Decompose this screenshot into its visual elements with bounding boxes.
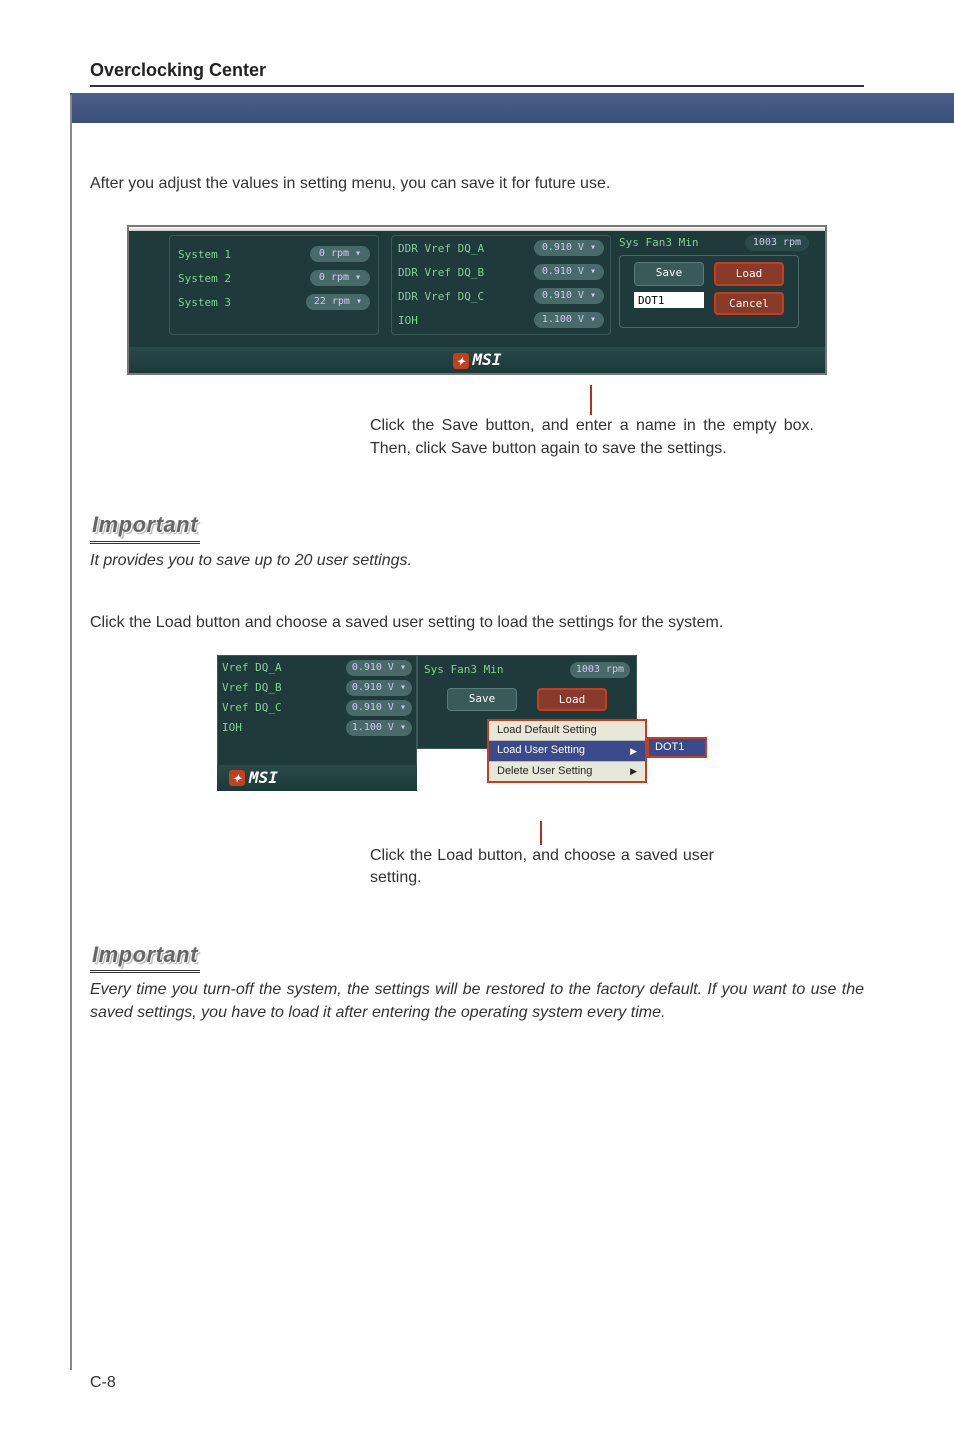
screenshot-save-dialog: System 1 0 rpm ▾ System 2 0 rpm ▾ System 3… bbox=[127, 225, 827, 375]
ddr-vref-c-dropdown[interactable]: 0.910 V ▾ bbox=[534, 288, 604, 304]
page-number: C-8 bbox=[90, 1374, 116, 1392]
ioh-label-2: IOH bbox=[222, 720, 242, 735]
setting-name-input[interactable]: DOT1 bbox=[634, 292, 704, 308]
important-heading-2: Important bbox=[90, 940, 200, 974]
sysfan-value-2: 1003 rpm bbox=[570, 662, 630, 678]
ddr-vref-b-dropdown[interactable]: 0.910 V ▾ bbox=[534, 264, 604, 280]
system2-label: System 2 bbox=[178, 271, 231, 286]
cancel-button[interactable]: Cancel bbox=[714, 292, 784, 315]
sysfan-value: 1003 rpm bbox=[745, 235, 809, 251]
important-body-2: Every time you turn-off the system, the … bbox=[90, 979, 864, 1024]
header-band bbox=[70, 93, 954, 123]
header-bar: Overclocking Center bbox=[90, 60, 864, 87]
callout-line bbox=[590, 385, 592, 415]
ioh-label: IOH bbox=[398, 313, 418, 328]
intro-paragraph: After you adjust the values in setting m… bbox=[90, 173, 864, 195]
vref-b-dropdown[interactable]: 0.910 V ▾ bbox=[346, 680, 412, 696]
voltage-panel: DDR Vref DQ_A 0.910 V ▾ DDR Vref DQ_B 0.91… bbox=[391, 235, 611, 335]
left-margin-rule bbox=[70, 95, 72, 1370]
system2-dropdown[interactable]: 0 rpm ▾ bbox=[310, 270, 370, 286]
save-instruction: Click the Save button, and enter a name … bbox=[370, 415, 814, 460]
vref-b-label: Vref DQ_B bbox=[222, 680, 282, 695]
plus-icon-2: ✦ bbox=[229, 770, 245, 786]
menu-load-default[interactable]: Load Default Setting bbox=[489, 721, 645, 741]
system1-dropdown[interactable]: 0 rpm ▾ bbox=[310, 246, 370, 262]
save-button-2[interactable]: Save bbox=[447, 688, 517, 711]
load-dropdown-menu: Load Default Setting Load User Setting▶ … bbox=[487, 719, 647, 783]
important-body-1: It provides you to save up to 20 user se… bbox=[90, 550, 864, 572]
vref-a-dropdown[interactable]: 0.910 V ▾ bbox=[346, 660, 412, 676]
vref-c-label: Vref DQ_C bbox=[222, 700, 282, 715]
msi-logo-bar: ✦MSI bbox=[129, 347, 825, 373]
save-button[interactable]: Save bbox=[634, 262, 704, 285]
ddr-vref-c-label: DDR Vref DQ_C bbox=[398, 289, 484, 304]
menu-delete-user[interactable]: Delete User Setting▶ bbox=[489, 762, 645, 781]
system1-label: System 1 bbox=[178, 247, 231, 262]
ioh-dropdown-2[interactable]: 1.100 V ▾ bbox=[346, 720, 412, 736]
plus-icon: ✦ bbox=[453, 353, 469, 369]
ddr-vref-a-dropdown[interactable]: 0.910 V ▾ bbox=[534, 240, 604, 256]
msi-logo-bar-2: ✦MSI bbox=[217, 765, 417, 791]
sysfan-label-2: Sys Fan3 Min bbox=[424, 662, 503, 678]
important-heading-1: Important bbox=[90, 510, 200, 544]
callout-line-2 bbox=[540, 821, 542, 845]
vref-a-label: Vref DQ_A bbox=[222, 660, 282, 675]
load-button[interactable]: Load bbox=[714, 262, 784, 285]
vref-c-dropdown[interactable]: 0.910 V ▾ bbox=[346, 700, 412, 716]
chevron-right-icon: ▶ bbox=[630, 765, 637, 778]
menu-load-user[interactable]: Load User Setting▶ bbox=[489, 741, 645, 761]
page-title: Overclocking Center bbox=[90, 60, 266, 80]
load-instruction: Click the Load button, and choose a save… bbox=[370, 845, 714, 890]
ddr-vref-b-label: DDR Vref DQ_B bbox=[398, 265, 484, 280]
system3-dropdown[interactable]: 22 rpm ▾ bbox=[306, 294, 370, 310]
screenshot-load-menu: Vref DQ_A 0.910 V ▾ Vref DQ_B 0.910 V ▾ Vr… bbox=[217, 655, 737, 815]
sysfan-label: Sys Fan3 Min bbox=[619, 235, 698, 251]
voltage-panel-2: Vref DQ_A 0.910 V ▾ Vref DQ_B 0.910 V ▾ Vr… bbox=[217, 655, 417, 775]
ioh-dropdown[interactable]: 1.100 V ▾ bbox=[534, 312, 604, 328]
ddr-vref-a-label: DDR Vref DQ_A bbox=[398, 241, 484, 256]
load-intro-paragraph: Click the Load button and choose a saved… bbox=[90, 612, 864, 634]
load-button-2[interactable]: Load bbox=[537, 688, 607, 711]
save-panel: Sys Fan3 Min 1003 rpm Save Load DOT1 Canc… bbox=[619, 235, 809, 328]
submenu-item-dot1[interactable]: DOT1 bbox=[647, 737, 707, 758]
system3-label: System 3 bbox=[178, 295, 231, 310]
fan-panel: System 1 0 rpm ▾ System 2 0 rpm ▾ System 3… bbox=[169, 235, 379, 335]
chevron-right-icon: ▶ bbox=[630, 745, 637, 758]
